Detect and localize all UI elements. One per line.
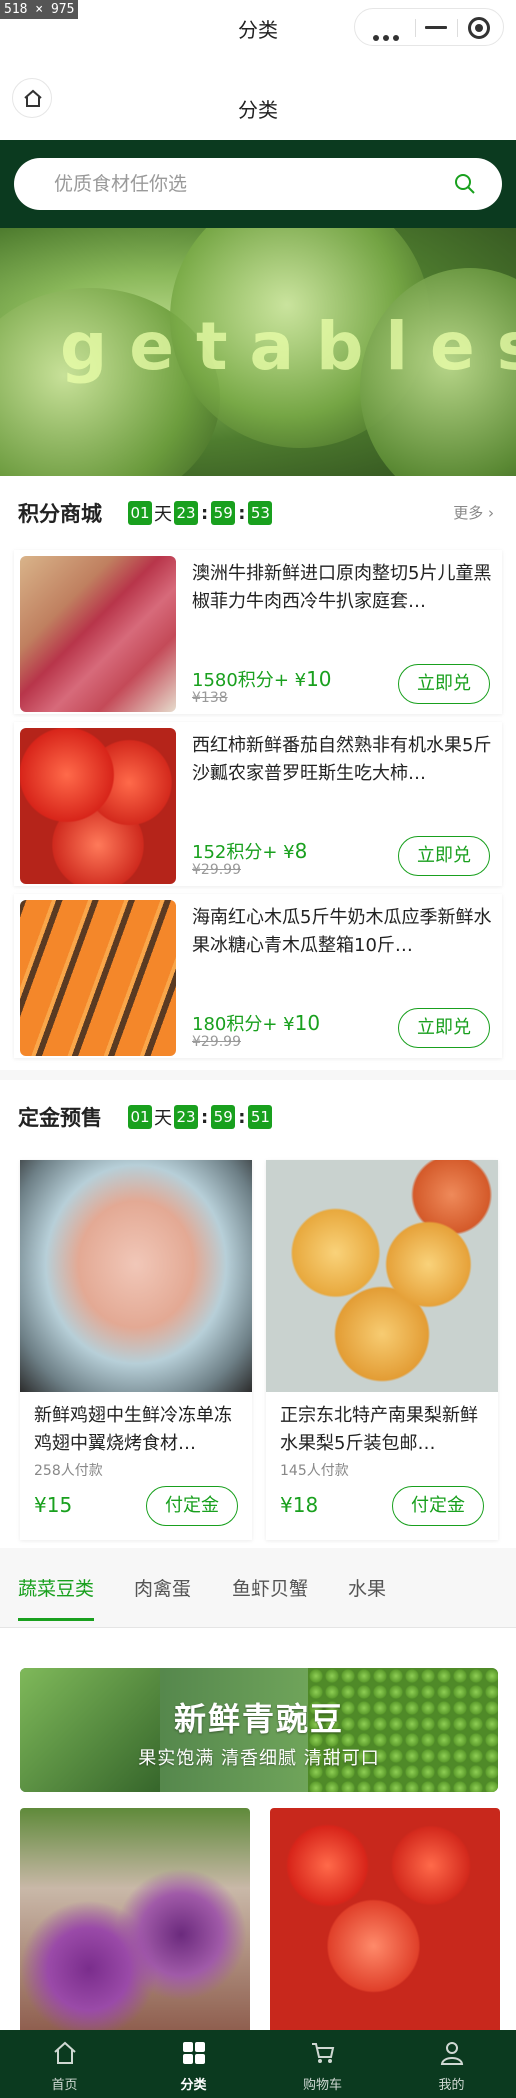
search-section <box>0 140 516 228</box>
more-link[interactable]: 更多 › <box>453 502 494 523</box>
tabbar-label: 分类 <box>180 2078 207 2093</box>
chicken-wings-image <box>20 1160 252 1392</box>
points-item[interactable]: 西红柿新鲜番茄自然熟非有机水果5斤沙瓤农家普罗旺斯生吃大柿… 152积分+ ¥8… <box>14 722 502 886</box>
tabbar-label: 首页 <box>51 2078 78 2093</box>
redeem-button[interactable]: 立即兑 <box>398 664 490 704</box>
capsule-divider <box>457 19 458 37</box>
countdown-days: 01 <box>128 501 152 525</box>
tomato-card[interactable] <box>270 1808 500 2038</box>
minimize-icon[interactable] <box>425 26 447 29</box>
cart-icon <box>312 2043 335 2063</box>
item-description: 西红柿新鲜番茄自然熟非有机水果5斤沙瓤农家普罗旺斯生吃大柿… <box>192 735 492 784</box>
deposit-price: ¥18 <box>280 1493 319 1517</box>
payment-count: 145人付款 <box>280 1463 349 1479</box>
page-title: 分类 <box>238 98 278 122</box>
more-dots-icon[interactable] <box>373 26 403 41</box>
category-tabs: 蔬菜豆类 肉禽蛋 鱼虾贝蟹 水果 <box>0 1548 516 1628</box>
pay-deposit-button[interactable]: 付定金 <box>392 1486 484 1526</box>
countdown-day-unit: 天 <box>154 1108 172 1129</box>
redeem-button[interactable]: 立即兑 <box>398 1008 490 1048</box>
item-price: 180积分+ ¥10 <box>192 1011 321 1035</box>
countdown-seconds: 51 <box>248 1105 273 1129</box>
item-price: 152积分+ ¥8 <box>192 839 308 863</box>
original-price: ¥138 <box>192 690 228 706</box>
points-mall-title: 积分商城 <box>18 502 102 526</box>
search-bar[interactable] <box>14 158 502 210</box>
tomatoes-image <box>270 1808 500 2038</box>
countdown-seconds: 53 <box>248 501 273 525</box>
pay-deposit-button[interactable]: 付定金 <box>146 1486 238 1526</box>
search-input[interactable] <box>54 170 434 198</box>
chevron-right-icon: › <box>488 504 494 522</box>
countdown-hours: 23 <box>174 501 198 525</box>
deposit-price: ¥15 <box>34 1493 73 1517</box>
tomato-image <box>20 728 176 884</box>
original-price: ¥29.99 <box>192 862 241 878</box>
product-name: 正宗东北特产南果梨新鲜水果梨5斤装包邮… <box>280 1405 478 1454</box>
tabbar-category[interactable]: 分类 <box>129 2030 258 2098</box>
pears-image <box>266 1160 498 1392</box>
points-item[interactable]: 海南红心木瓜5斤牛奶木瓜应季新鲜水果冰糖心青木瓜整箱10斤… 180积分+ ¥1… <box>14 894 502 1058</box>
item-description: 澳洲牛排新鲜进口原肉整切5片儿童黑椒菲力牛肉西冷牛扒家庭套… <box>192 563 492 612</box>
capsule-divider <box>415 19 416 37</box>
sweet-potato-image <box>20 1808 250 2038</box>
countdown-minutes: 59 <box>211 501 236 525</box>
search-icon[interactable] <box>454 173 476 195</box>
tab-fruit[interactable]: 水果 <box>348 1574 386 1601</box>
item-price: 1580积分+ ¥10 <box>192 667 332 691</box>
points-item[interactable]: 澳洲牛排新鲜进口原肉整切5片儿童黑椒菲力牛肉西冷牛扒家庭套… 1580积分+ ¥… <box>14 550 502 714</box>
close-miniprogram-icon[interactable] <box>468 17 490 39</box>
peas-promo-banner[interactable]: 新鲜青豌豆 果实饱满 清香细腻 清甜可口 <box>20 1668 498 1792</box>
user-icon <box>440 2042 464 2065</box>
tab-vegetables[interactable]: 蔬菜豆类 <box>18 1574 94 1601</box>
presale-card[interactable]: 新鲜鸡翅中生鲜冷冻单冻鸡翅中翼烧烤食材… 258人付款 ¥15 付定金 <box>20 1160 252 1540</box>
promo-subtitle: 果实饱满 清香细腻 清甜可口 <box>138 1748 380 1769</box>
sweet-potato-card[interactable] <box>20 1808 250 2038</box>
redeem-button[interactable]: 立即兑 <box>398 836 490 876</box>
vegetables-banner[interactable]: getables <box>0 228 516 476</box>
tabbar-cart[interactable]: 购物车 <box>258 2030 387 2098</box>
countdown-hours: 23 <box>174 1105 198 1129</box>
nav-bar: 分类 <box>0 56 516 140</box>
tabbar-profile[interactable]: 我的 <box>387 2030 516 2098</box>
presale-title: 定金预售 <box>18 1106 102 1130</box>
promo-title: 新鲜青豌豆 <box>173 1700 344 1738</box>
tab-meat-eggs[interactable]: 肉禽蛋 <box>134 1574 191 1601</box>
points-mall-header: 积分商城 01 天 23:59:53 更多 › <box>0 476 516 546</box>
miniprogram-capsule <box>354 8 504 46</box>
banner-word: getables <box>60 308 516 385</box>
active-tab-indicator <box>18 1618 94 1621</box>
product-name: 新鲜鸡翅中生鲜冷冻单冻鸡翅中翼烧烤食材… <box>34 1405 232 1454</box>
debug-size-tag: 518 × 975 <box>0 0 79 19</box>
bottom-tab-bar: 首页 分类 购物车 我的 <box>0 2030 516 2098</box>
countdown-days: 01 <box>128 1105 152 1129</box>
tabbar-home[interactable]: 首页 <box>0 2030 129 2098</box>
home-icon <box>54 2041 76 2064</box>
tabbar-label: 购物车 <box>302 2078 342 2093</box>
item-description: 海南红心木瓜5斤牛奶木瓜应季新鲜水果冰糖心青木瓜整箱10斤… <box>192 907 492 956</box>
presale-card[interactable]: 正宗东北特产南果梨新鲜水果梨5斤装包邮… 145人付款 ¥18 付定金 <box>266 1160 498 1540</box>
payment-count: 258人付款 <box>34 1463 103 1479</box>
grid-icon <box>183 2042 205 2064</box>
countdown: 01 天 23:59:53 <box>128 500 273 525</box>
presale-header: 定金预售 01 天 23:59:51 <box>0 1080 516 1150</box>
tabbar-label: 我的 <box>438 2078 465 2093</box>
countdown-day-unit: 天 <box>154 504 172 525</box>
tab-seafood[interactable]: 鱼虾贝蟹 <box>232 1574 308 1601</box>
papaya-image <box>20 900 176 1056</box>
countdown-minutes: 59 <box>211 1105 236 1129</box>
steak-image <box>20 556 176 712</box>
countdown: 01 天 23:59:51 <box>128 1104 273 1129</box>
original-price: ¥29.99 <box>192 1034 241 1050</box>
more-label: 更多 <box>453 504 484 522</box>
